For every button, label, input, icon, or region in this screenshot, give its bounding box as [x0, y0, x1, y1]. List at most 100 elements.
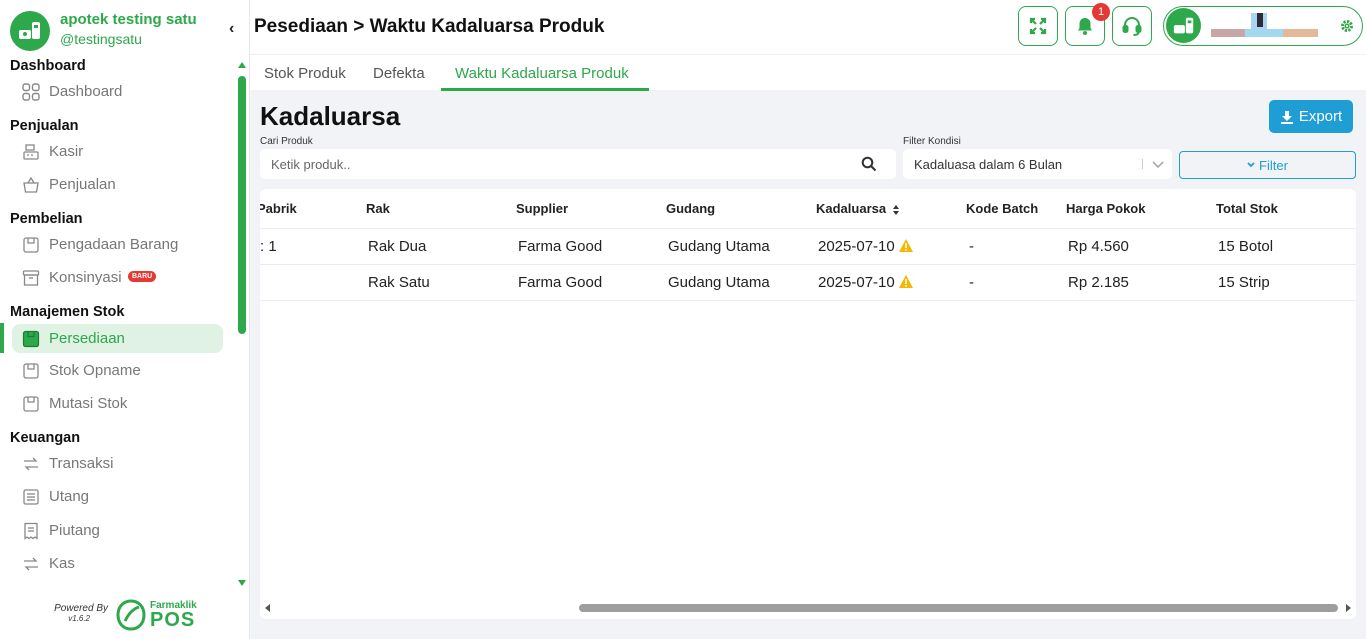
headset-icon — [1122, 17, 1142, 36]
sidebar-item-pengadaan-barang[interactable]: Pengadaan Barang — [12, 230, 223, 259]
sidebar-item-label: Transaksi — [49, 455, 114, 472]
export-button[interactable]: Export — [1269, 100, 1353, 133]
table-scroll-thumb[interactable] — [579, 604, 1338, 612]
sort-icon[interactable] — [892, 204, 900, 216]
cell-kode-batch: - — [969, 274, 974, 291]
cell-kadaluarsa: 2025-07-10 — [818, 274, 914, 291]
section-title-manajemen-stok: Manajemen Stok — [10, 304, 125, 320]
column-header-rak: Rak — [366, 201, 390, 216]
transfer-icon — [22, 555, 40, 573]
cell-harga-pokok: Rp 2.185 — [1068, 274, 1129, 291]
search-icon[interactable] — [861, 156, 877, 172]
gear-icon[interactable] — [1340, 19, 1354, 33]
warning-icon — [898, 275, 913, 288]
basket-icon — [22, 176, 40, 194]
scroll-left-arrow-icon[interactable] — [265, 604, 270, 612]
sidebar-item-kasir[interactable]: Kasir — [12, 137, 223, 166]
tab-stok-produk[interactable]: Stok Produk — [264, 65, 346, 82]
notification-button[interactable]: 1 — [1065, 3, 1110, 46]
search-input[interactable] — [260, 149, 850, 179]
cell-kadaluarsa-date: 2025-07-10 — [818, 238, 895, 255]
tab-bar: Stok Produk Defekta Waktu Kadaluarsa Pro… — [250, 54, 1366, 91]
export-label: Export — [1298, 108, 1343, 125]
cell-total-stok: 15 Botol — [1218, 238, 1274, 255]
content-title: Kadaluarsa — [260, 101, 401, 131]
scroll-right-arrow-icon[interactable] — [1346, 604, 1351, 612]
column-header-pabrik: Pabrik — [260, 201, 297, 216]
cell-rak: Rak Satu — [368, 274, 430, 291]
row-divider — [260, 228, 1356, 229]
top-header: Pesediaan > Waktu Kadaluarsa Produk 1 — [250, 0, 1366, 54]
profile-menu[interactable] — [1163, 6, 1363, 46]
column-header-gudang: Gudang — [666, 201, 716, 216]
table-horizontal-scrollbar[interactable] — [260, 601, 1356, 615]
brand: apotek testing satu @testingsatu — [10, 10, 240, 54]
cell-kadaluarsa-date: 2025-07-10 — [818, 274, 895, 291]
cell-harga-pokok: Rp 4.560 — [1068, 238, 1129, 255]
ledger-icon — [22, 488, 40, 506]
section-title-pembelian: Pembelian — [10, 211, 83, 227]
page-title: Pesediaan > Waktu Kadaluarsa Produk — [254, 16, 605, 37]
powered-by-text: Powered By — [54, 603, 108, 614]
sidebar-scroll-thumb[interactable] — [238, 76, 246, 334]
support-button[interactable] — [1112, 6, 1152, 46]
farmaklik-leaf-icon — [116, 599, 146, 631]
pharmacy-logo-icon — [10, 11, 50, 51]
sidebar-item-dashboard[interactable]: Dashboard — [12, 77, 223, 106]
sidebar-item-label: Mutasi Stok — [49, 395, 128, 412]
avatar — [1166, 8, 1201, 43]
sidebar-scrollbar[interactable] — [237, 60, 247, 588]
filter-button-label: Filter — [1259, 157, 1288, 173]
grid-icon — [22, 83, 40, 101]
box-icon — [22, 330, 40, 348]
sidebar-item-penjualan[interactable]: Penjualan — [12, 170, 223, 199]
sidebar-item-label: Pengadaan Barang — [49, 236, 179, 253]
sidebar-item-label: Konsinyasi — [49, 269, 122, 286]
bell-icon — [1078, 18, 1092, 35]
sidebar-item-piutang[interactable]: Piutang — [12, 516, 223, 545]
receipt-icon — [22, 522, 40, 540]
filter-button[interactable]: Filter — [1179, 151, 1356, 179]
sidebar-item-utang[interactable]: Utang — [12, 482, 223, 511]
cell-pabrik: : 1 — [260, 238, 277, 255]
filter-kondisi-select[interactable]: Kadaluasa dalam 6 Bulan — [903, 149, 1172, 179]
chevron-down-icon — [1152, 161, 1164, 169]
sidebar-item-label: Persediaan — [49, 330, 125, 347]
column-header-kadaluarsa[interactable]: Kadaluarsa — [816, 201, 900, 216]
tab-defekta[interactable]: Defekta — [373, 65, 425, 82]
sidebar-item-mutasi-stok[interactable]: Mutasi Stok — [12, 389, 223, 418]
sidebar-item-stok-opname[interactable]: Stok Opname — [12, 356, 223, 385]
chevron-down-icon — [1247, 162, 1255, 168]
box-icon — [22, 395, 40, 413]
section-title-dashboard: Dashboard — [10, 58, 86, 74]
section-title-keuangan: Keuangan — [10, 430, 81, 446]
sidebar-item-kas[interactable]: Kas — [12, 549, 223, 578]
archive-icon — [22, 269, 40, 287]
column-header-harga-pokok: Harga Pokok — [1066, 201, 1146, 216]
transfer-icon — [22, 455, 40, 473]
scroll-down-arrow-icon[interactable] — [238, 580, 246, 586]
sidebar-item-konsinyasi[interactable]: Konsinyasi BARU — [12, 263, 223, 292]
sidebar-item-transaksi[interactable]: Transaksi — [12, 449, 223, 478]
column-header-kode-batch: Kode Batch — [966, 201, 1039, 216]
column-header-kadaluarsa-label: Kadaluarsa — [816, 201, 887, 216]
collapse-sidebar-button[interactable]: ‹ — [229, 20, 234, 38]
cell-rak: Rak Dua — [368, 238, 427, 255]
logo-line2: POS — [150, 609, 196, 631]
sidebar-item-label: Piutang — [49, 522, 100, 539]
search-field — [260, 149, 896, 179]
cell-gudang: Gudang Utama — [668, 238, 770, 255]
filter-kondisi-label: Filter Kondisi — [903, 136, 961, 147]
section-title-penjualan: Penjualan — [10, 118, 79, 134]
cell-gudang: Gudang Utama — [668, 274, 770, 291]
cell-kadaluarsa: 2025-07-10 — [818, 238, 914, 255]
fullscreen-button[interactable] — [1018, 6, 1058, 46]
sidebar-item-label: Penjualan — [49, 176, 116, 193]
tab-waktu-kadaluarsa-produk[interactable]: Waktu Kadaluarsa Produk — [455, 65, 629, 82]
select-separator — [1142, 159, 1143, 169]
expiry-table: Pabrik Rak Supplier Gudang Kadaluarsa Ko… — [260, 189, 1356, 619]
sidebar-item-persediaan[interactable]: Persediaan — [12, 324, 223, 353]
scroll-up-arrow-icon[interactable] — [238, 62, 246, 68]
sidebar: apotek testing satu @testingsatu ‹ Dashb… — [0, 0, 250, 639]
notification-count-badge: 1 — [1092, 3, 1110, 21]
